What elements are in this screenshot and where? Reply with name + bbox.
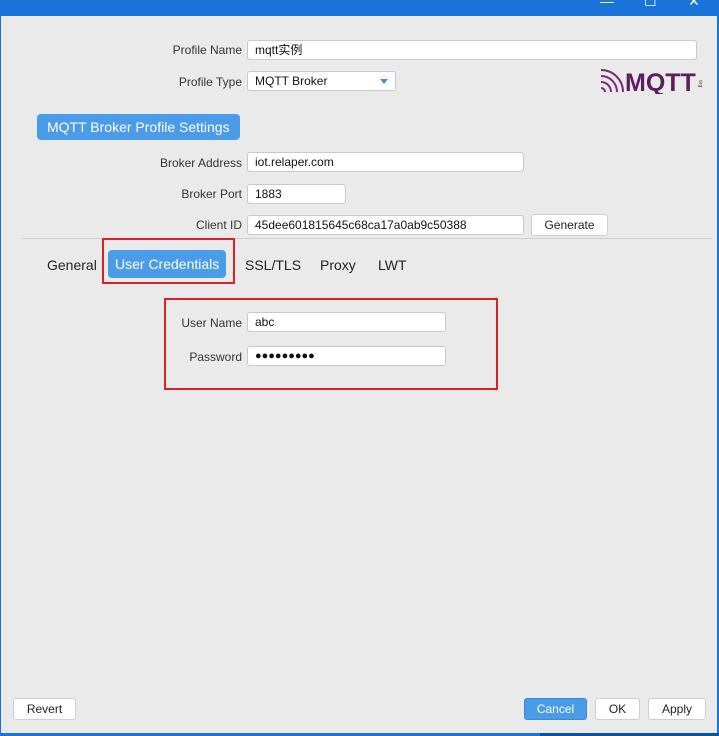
broker-port-input[interactable]: 1883 [247,184,346,204]
highlight-box-tab [102,238,235,284]
broker-port-label: Broker Port [181,187,242,201]
ok-button[interactable]: OK [595,698,640,720]
tab-lwt[interactable]: LWT [378,257,407,273]
profile-type-label: Profile Type [178,75,242,89]
profile-type-select[interactable]: MQTT Broker [247,71,396,91]
apply-button[interactable]: Apply [648,698,706,720]
section-title: MQTT Broker Profile Settings [37,114,240,140]
minimize-icon[interactable]: — [600,0,614,8]
revert-button[interactable]: Revert [13,698,76,720]
profile-name-label: Profile Name [172,43,242,57]
profile-name-input[interactable]: mqtt实例 [247,40,697,60]
broker-address-label: Broker Address [159,156,242,170]
tab-ssl-tls[interactable]: SSL/TLS [245,257,301,273]
broker-address-input[interactable]: iot.relaper.com [247,152,524,172]
tab-proxy[interactable]: Proxy [320,257,356,273]
highlight-box-credentials [164,298,498,390]
close-icon[interactable]: ✕ [688,0,700,8]
chevron-down-icon [380,79,388,84]
maximize-icon[interactable]: ☐ [644,0,657,8]
window-titlebar: — ☐ ✕ [0,0,719,16]
cancel-button[interactable]: Cancel [524,698,587,720]
client-id-input[interactable]: 45dee601815645c68ca17a0ab9c50388 [247,215,524,235]
mqtt-logo: MQTT org [600,69,703,94]
logo-wave-2 [600,81,612,93]
client-id-label: Client ID [195,218,242,232]
logo-org-text: org [697,80,703,87]
generate-button[interactable]: Generate [531,214,608,236]
tab-general[interactable]: General [47,257,97,273]
logo-text: MQTT [625,69,696,94]
window-border-left [0,16,1,736]
profile-type-value: MQTT Broker [255,74,328,88]
logo-wave-1 [600,87,606,93]
